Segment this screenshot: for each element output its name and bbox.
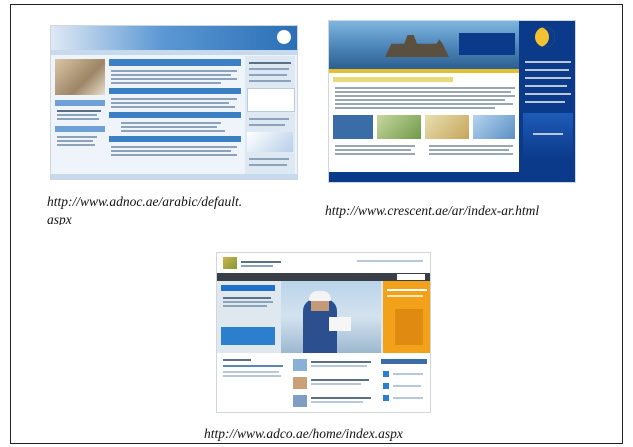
slide-frame: http://www.adnoc.ae/arabic/default. aspx xyxy=(10,4,623,444)
adnoc-logo-icon xyxy=(277,30,291,44)
adnoc-header xyxy=(51,26,297,50)
hardhat-icon xyxy=(309,291,331,301)
adnoc-photo xyxy=(55,59,105,95)
adco-website-thumbnail xyxy=(216,252,431,413)
adco-logo-icon xyxy=(223,257,237,269)
adnoc-website-thumbnail xyxy=(50,25,298,180)
caption-adco: http://www.adco.ae/home/index.aspx xyxy=(204,426,403,441)
crescent-logo-icon xyxy=(535,27,555,47)
caption-crescent: http://www.crescent.ae/ar/index-ar.html xyxy=(325,203,540,218)
crescent-website-thumbnail xyxy=(328,20,576,183)
caption-adnoc: http://www.adnoc.ae/arabic/default. aspx xyxy=(47,194,243,225)
